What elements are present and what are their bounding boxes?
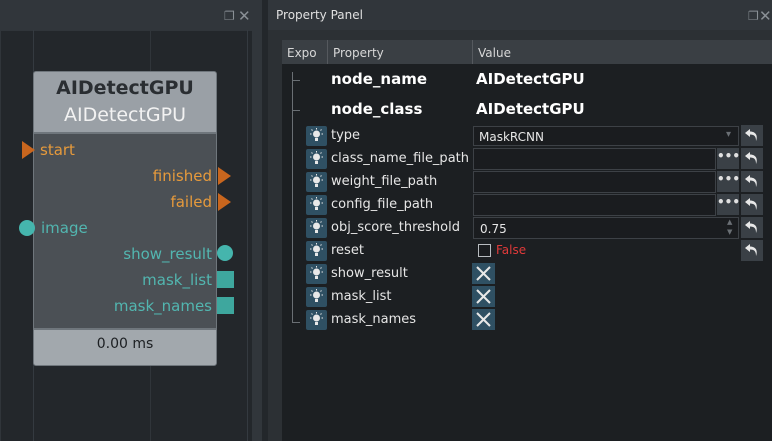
show-result-disabled-toggle[interactable] [472, 263, 495, 284]
reset-checkbox[interactable] [478, 244, 491, 257]
property-name-class-name-file-path: class_name_file_path [331, 151, 469, 166]
type-dropdown-value: MaskRCNN [479, 130, 544, 144]
expose-toggle-reset[interactable] [306, 241, 327, 261]
reset-checkbox-label: False [496, 243, 527, 257]
expose-toggle-show-result[interactable] [306, 264, 327, 284]
data-output-port-mask-names[interactable] [217, 297, 234, 314]
config-file-path-input[interactable] [473, 194, 716, 216]
property-name-type: type [331, 128, 361, 143]
exec-output-port-finished[interactable] [218, 167, 231, 185]
column-header-value[interactable]: Value [478, 46, 511, 60]
undo-icon[interactable] [741, 194, 763, 215]
restore-window-icon[interactable]: ❐ [224, 9, 235, 23]
tree-branch [292, 80, 300, 81]
port-label-finished: finished [152, 167, 212, 185]
property-panel-titlebar: Property Panel ❐ ✕ [268, 0, 772, 30]
property-name-config-file-path: config_file_path [331, 197, 434, 212]
property-name-obj-score-threshold: obj_score_threshold [331, 220, 460, 235]
close-icon[interactable]: ✕ [238, 7, 251, 25]
tree-branch [292, 110, 300, 111]
property-name-reset: reset [331, 243, 364, 258]
undo-icon[interactable] [741, 148, 763, 169]
property-name-mask-names: mask_names [331, 312, 417, 327]
port-label-image: image [41, 219, 88, 237]
property-name-weight-file-path: weight_file_path [331, 174, 438, 189]
browse-button-config-file-path[interactable]: ••• [717, 194, 740, 215]
data-output-port-show-result[interactable] [217, 245, 233, 261]
expose-toggle-obj-score-threshold[interactable] [306, 218, 327, 238]
spin-up-icon[interactable]: ▲ [727, 218, 732, 226]
undo-icon[interactable] [741, 217, 763, 238]
panel-title: Property Panel [276, 8, 363, 22]
spin-down-icon[interactable]: ▼ [727, 228, 732, 236]
undo-icon[interactable] [741, 240, 763, 261]
class-name-file-path-input[interactable] [473, 148, 716, 170]
port-label-start: start [40, 141, 75, 159]
chevron-down-icon: ▾ [726, 129, 732, 140]
obj-score-threshold-spinbox[interactable]: 0.75 ▲ ▼ [473, 217, 739, 239]
expose-toggle-config-file-path[interactable] [306, 195, 327, 215]
column-header-property[interactable]: Property [333, 46, 384, 60]
restore-window-icon[interactable]: ❐ [748, 9, 759, 23]
expose-toggle-weight-file-path[interactable] [306, 172, 327, 192]
property-value-node-name: AIDetectGPU [476, 70, 585, 88]
property-table-header: Expo Property Value [282, 40, 772, 64]
data-input-port-image[interactable] [19, 220, 35, 236]
column-header-expo[interactable]: Expo [287, 46, 317, 60]
obj-score-threshold-value: 0.75 [480, 222, 507, 236]
expose-toggle-mask-names[interactable] [306, 310, 327, 330]
exec-output-port-failed[interactable] [218, 193, 231, 211]
node-elapsed-time: 0.00 ms [96, 336, 154, 352]
canvas-scrollbar[interactable] [252, 30, 262, 441]
type-dropdown[interactable]: MaskRCNN ▾ [473, 126, 739, 146]
port-label-failed: failed [170, 193, 212, 211]
undo-icon[interactable] [741, 171, 763, 192]
exec-input-port-start[interactable] [22, 141, 35, 159]
property-name-node-class: node_class [331, 100, 423, 118]
property-name-show-result: show_result [331, 266, 408, 281]
port-label-show-result: show_result [123, 245, 212, 263]
mask-list-disabled-toggle[interactable] [472, 286, 495, 307]
browse-button-weight-file-path[interactable]: ••• [717, 171, 740, 192]
tree-branch [292, 322, 300, 323]
undo-icon[interactable] [741, 125, 763, 146]
property-name-node-name: node_name [331, 70, 427, 88]
node-subtitle: AIDetectGPU [63, 104, 187, 126]
property-value-node-class: AIDetectGPU [476, 100, 585, 118]
node-editor-titlebar: ❐ ✕ [0, 0, 262, 30]
property-name-mask-list: mask_list [331, 289, 392, 304]
expose-toggle-type[interactable] [306, 126, 327, 146]
close-icon[interactable]: ✕ [759, 7, 772, 25]
node-title: AIDetectGPU [56, 77, 194, 99]
data-output-port-mask-list[interactable] [217, 271, 234, 288]
weight-file-path-input[interactable] [473, 171, 716, 193]
browse-button-class-name-file-path[interactable]: ••• [717, 148, 740, 169]
port-label-mask-names: mask_names [113, 297, 212, 315]
port-label-mask-list: mask_list [142, 271, 212, 289]
mask-names-disabled-toggle[interactable] [472, 309, 495, 330]
expose-toggle-class-name-file-path[interactable] [306, 149, 327, 169]
expose-toggle-mask-list[interactable] [306, 287, 327, 307]
